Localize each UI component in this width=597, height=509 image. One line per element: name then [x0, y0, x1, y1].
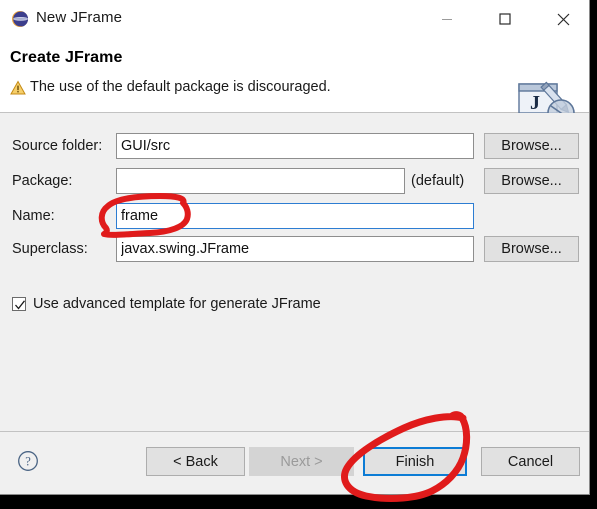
package-label: Package: — [12, 173, 73, 189]
wizard-header: Create JFrame The use of the default pac… — [0, 38, 589, 127]
next-button: Next > — [249, 447, 354, 476]
help-question-icon[interactable]: ? — [17, 450, 39, 472]
back-button[interactable]: < Back — [146, 447, 245, 476]
package-default-note: (default) — [411, 173, 465, 189]
source-folder-input[interactable] — [116, 133, 474, 159]
finish-button[interactable]: Finish — [363, 447, 467, 476]
svg-text:?: ? — [25, 454, 31, 468]
eclipse-icon — [11, 10, 29, 28]
name-row: Name: — [0, 203, 589, 231]
page-title: Create JFrame — [10, 49, 123, 66]
wizard-body: Source folder: Browse... Package: (defau… — [0, 113, 589, 431]
svg-text:J: J — [530, 92, 540, 114]
wizard-footer: ? < Back Next > Finish Cancel — [0, 432, 589, 494]
source-folder-label: Source folder: — [12, 138, 103, 154]
browse-superclass-button[interactable]: Browse... — [484, 236, 579, 262]
name-label: Name: — [12, 208, 55, 224]
warning-message: The use of the default package is discou… — [30, 79, 331, 95]
window-title: New JFrame — [36, 9, 123, 26]
superclass-label: Superclass: — [12, 241, 88, 257]
minimize-button[interactable] — [424, 0, 470, 38]
close-button[interactable] — [540, 0, 586, 38]
name-input[interactable] — [116, 203, 474, 229]
advanced-template-checkbox[interactable] — [12, 297, 26, 311]
superclass-row: Superclass: Browse... — [0, 236, 589, 264]
browse-source-folder-button[interactable]: Browse... — [484, 133, 579, 159]
package-row: Package: (default) Browse... — [0, 168, 589, 196]
warning-triangle-icon — [10, 80, 26, 96]
maximize-button[interactable] — [482, 0, 528, 38]
superclass-input[interactable] — [116, 236, 474, 262]
advanced-template-row[interactable]: Use advanced template for generate JFram… — [12, 296, 321, 312]
title-bar: New JFrame — [0, 0, 589, 38]
advanced-template-label: Use advanced template for generate JFram… — [33, 296, 321, 312]
package-input[interactable] — [116, 168, 405, 194]
cancel-button[interactable]: Cancel — [481, 447, 580, 476]
browse-package-button[interactable]: Browse... — [484, 168, 579, 194]
source-folder-row: Source folder: Browse... — [0, 133, 589, 161]
new-jframe-dialog: New JFrame Create JFrame The use of the … — [0, 0, 590, 495]
